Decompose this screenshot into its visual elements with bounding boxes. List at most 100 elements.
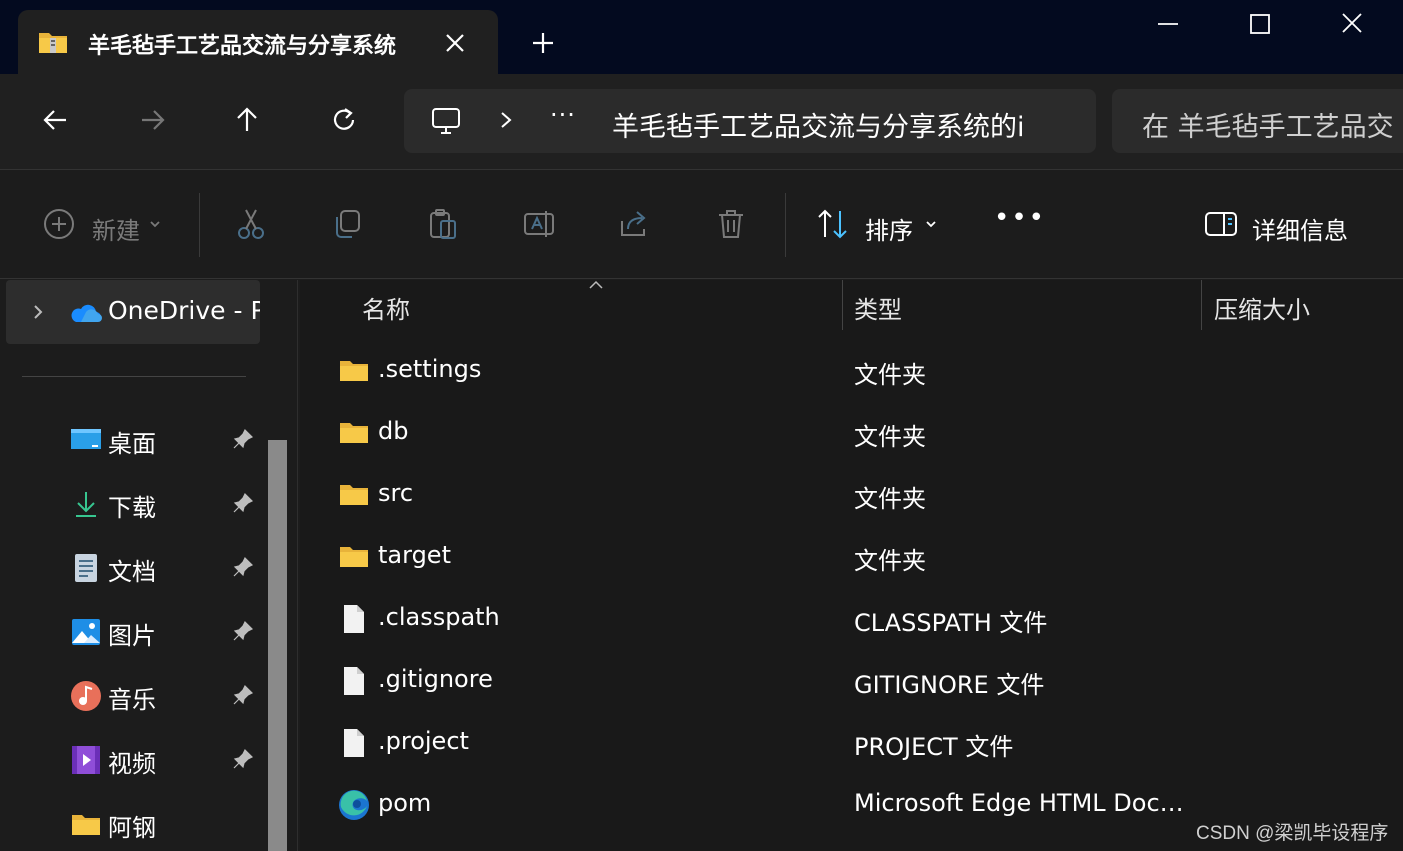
column-separator[interactable] xyxy=(842,280,843,330)
file-row[interactable]: db 文件夹 xyxy=(300,403,1403,465)
sort-button-label[interactable]: 排序 xyxy=(865,211,913,246)
address-path[interactable]: 羊毛毡手工艺品交流与分享系统的i xyxy=(612,105,1042,144)
sort-icon[interactable] xyxy=(816,207,850,241)
file-name: .gitignore xyxy=(378,665,493,693)
download-icon xyxy=(76,492,96,517)
share-icon[interactable] xyxy=(618,207,652,241)
search-box[interactable]: 在 羊毛毡手工艺品交 xyxy=(1112,89,1403,153)
cut-icon[interactable] xyxy=(234,207,268,241)
file-row[interactable]: src 文件夹 xyxy=(300,465,1403,527)
column-header-type[interactable]: 类型 xyxy=(854,290,902,325)
sidebar-item-videos[interactable]: 视频 xyxy=(0,728,268,792)
picture-icon xyxy=(72,619,100,645)
pin-icon[interactable] xyxy=(232,492,254,514)
new-button-label[interactable]: 新建 xyxy=(92,211,140,246)
file-row[interactable]: target 文件夹 xyxy=(300,527,1403,589)
tab-title: 羊毛毡手工艺品交流与分享系统 xyxy=(88,34,397,59)
refresh-icon[interactable] xyxy=(328,104,360,136)
arrow-left-icon[interactable] xyxy=(40,104,72,136)
sidebar-item-label: 阿钢 xyxy=(108,814,156,842)
file-type: 文件夹 xyxy=(854,361,926,389)
search-input[interactable]: 在 羊毛毡手工艺品交 xyxy=(1142,105,1403,144)
sidebar-item-documents[interactable]: 文档 xyxy=(0,536,268,600)
sidebar-item-pictures[interactable]: 图片 xyxy=(0,600,268,664)
onedrive-cloud-icon xyxy=(71,304,102,322)
rename-icon[interactable] xyxy=(522,207,556,241)
delete-icon[interactable] xyxy=(714,207,748,241)
folder-icon xyxy=(340,423,368,443)
file-icon xyxy=(344,729,364,757)
file-type: 文件夹 xyxy=(854,485,926,513)
chevron-right-icon[interactable] xyxy=(496,109,516,131)
explorer-tab[interactable]: 羊毛毡手工艺品交流与分享系统 xyxy=(18,10,498,74)
more-options-button[interactable]: ••• xyxy=(994,203,1046,233)
sort-ascending-icon xyxy=(589,280,603,289)
file-name: .classpath xyxy=(378,603,500,631)
chevron-right-icon[interactable] xyxy=(30,302,46,322)
pin-icon[interactable] xyxy=(232,556,254,578)
chevron-down-icon[interactable] xyxy=(922,207,940,241)
column-header-name[interactable]: 名称 xyxy=(362,290,410,325)
file-row[interactable]: .settings 文件夹 xyxy=(300,341,1403,403)
arrow-right-icon[interactable] xyxy=(136,104,168,136)
file-name: db xyxy=(378,417,409,445)
pin-icon[interactable] xyxy=(232,684,254,706)
sidebar-item-label: 文档 xyxy=(108,558,156,586)
sidebar-item-label: 图片 xyxy=(108,622,156,650)
file-icon xyxy=(344,667,364,695)
copy-icon[interactable] xyxy=(330,207,364,241)
details-pane-icon[interactable] xyxy=(1204,207,1238,241)
file-list: 名称 类型 压缩大小 .settings 文件夹 db 文件夹 src 文件夹 xyxy=(300,280,1403,851)
chevron-down-icon[interactable] xyxy=(146,207,164,241)
file-name: src xyxy=(378,479,414,507)
document-icon xyxy=(75,554,97,582)
pin-icon[interactable] xyxy=(232,748,254,770)
sidebar-item-label: 桌面 xyxy=(108,430,156,458)
toolbar-separator xyxy=(199,193,200,257)
file-row[interactable]: .classpath CLASSPATH 文件 xyxy=(300,589,1403,651)
file-row[interactable]: .project PROJECT 文件 xyxy=(300,713,1403,775)
column-separator[interactable] xyxy=(1201,280,1202,330)
video-icon xyxy=(72,746,100,774)
navigation-bar: ··· 羊毛毡手工艺品交流与分享系统的i 在 羊毛毡手工艺品交 xyxy=(0,74,1403,170)
maximize-icon[interactable] xyxy=(1240,12,1280,38)
file-icon xyxy=(344,605,364,633)
sidebar-divider xyxy=(22,376,246,377)
onedrive-label: OneDrive - Pe xyxy=(108,296,260,325)
sidebar-item-music[interactable]: 音乐 xyxy=(0,664,268,728)
minimize-icon[interactable] xyxy=(1148,12,1188,38)
navigation-pane: OneDrive - Pe 桌面 下载 xyxy=(0,280,298,851)
file-type: PROJECT 文件 xyxy=(854,733,1014,761)
column-header-compressed-size[interactable]: 压缩大小 xyxy=(1214,290,1310,325)
file-type: GITIGNORE 文件 xyxy=(854,671,1045,699)
arrow-up-icon[interactable] xyxy=(231,104,263,136)
sidebar-item-label: 音乐 xyxy=(108,686,156,714)
sidebar-scrollbar-thumb[interactable] xyxy=(268,440,287,851)
sidebar-item-label: 视频 xyxy=(108,750,156,778)
sidebar-item-folder[interactable]: 阿钢 xyxy=(0,792,268,851)
folder-icon xyxy=(340,361,368,381)
plus-icon[interactable] xyxy=(530,30,556,56)
details-button-label[interactable]: 详细信息 xyxy=(1252,211,1348,246)
sidebar-item-downloads[interactable]: 下载 xyxy=(0,472,268,536)
file-name: target xyxy=(378,541,451,569)
file-name: pom xyxy=(378,789,432,817)
folder-icon xyxy=(340,547,368,567)
paste-icon[interactable] xyxy=(426,207,460,241)
folder-icon xyxy=(340,485,368,505)
close-icon[interactable] xyxy=(442,30,468,56)
file-type: 文件夹 xyxy=(854,423,926,451)
music-icon xyxy=(71,681,101,711)
address-overflow[interactable]: ··· xyxy=(550,101,576,129)
sidebar-item-desktop[interactable]: 桌面 xyxy=(0,408,268,472)
file-explorer-window: 羊毛毡手工艺品交流与分享系统 ··· 羊毛毡手工艺品交流与分享系统的i 在 羊毛… xyxy=(0,0,1403,851)
pin-icon[interactable] xyxy=(232,428,254,450)
pin-icon[interactable] xyxy=(232,620,254,642)
sidebar-item-onedrive[interactable]: OneDrive - Pe xyxy=(6,280,260,344)
folder-icon xyxy=(72,815,100,835)
file-row[interactable]: .gitignore GITIGNORE 文件 xyxy=(300,651,1403,713)
close-icon[interactable] xyxy=(1332,12,1372,38)
address-bar[interactable]: ··· 羊毛毡手工艺品交流与分享系统的i xyxy=(404,89,1096,153)
plus-circle-icon[interactable] xyxy=(42,207,76,241)
file-name: .settings xyxy=(378,355,482,383)
